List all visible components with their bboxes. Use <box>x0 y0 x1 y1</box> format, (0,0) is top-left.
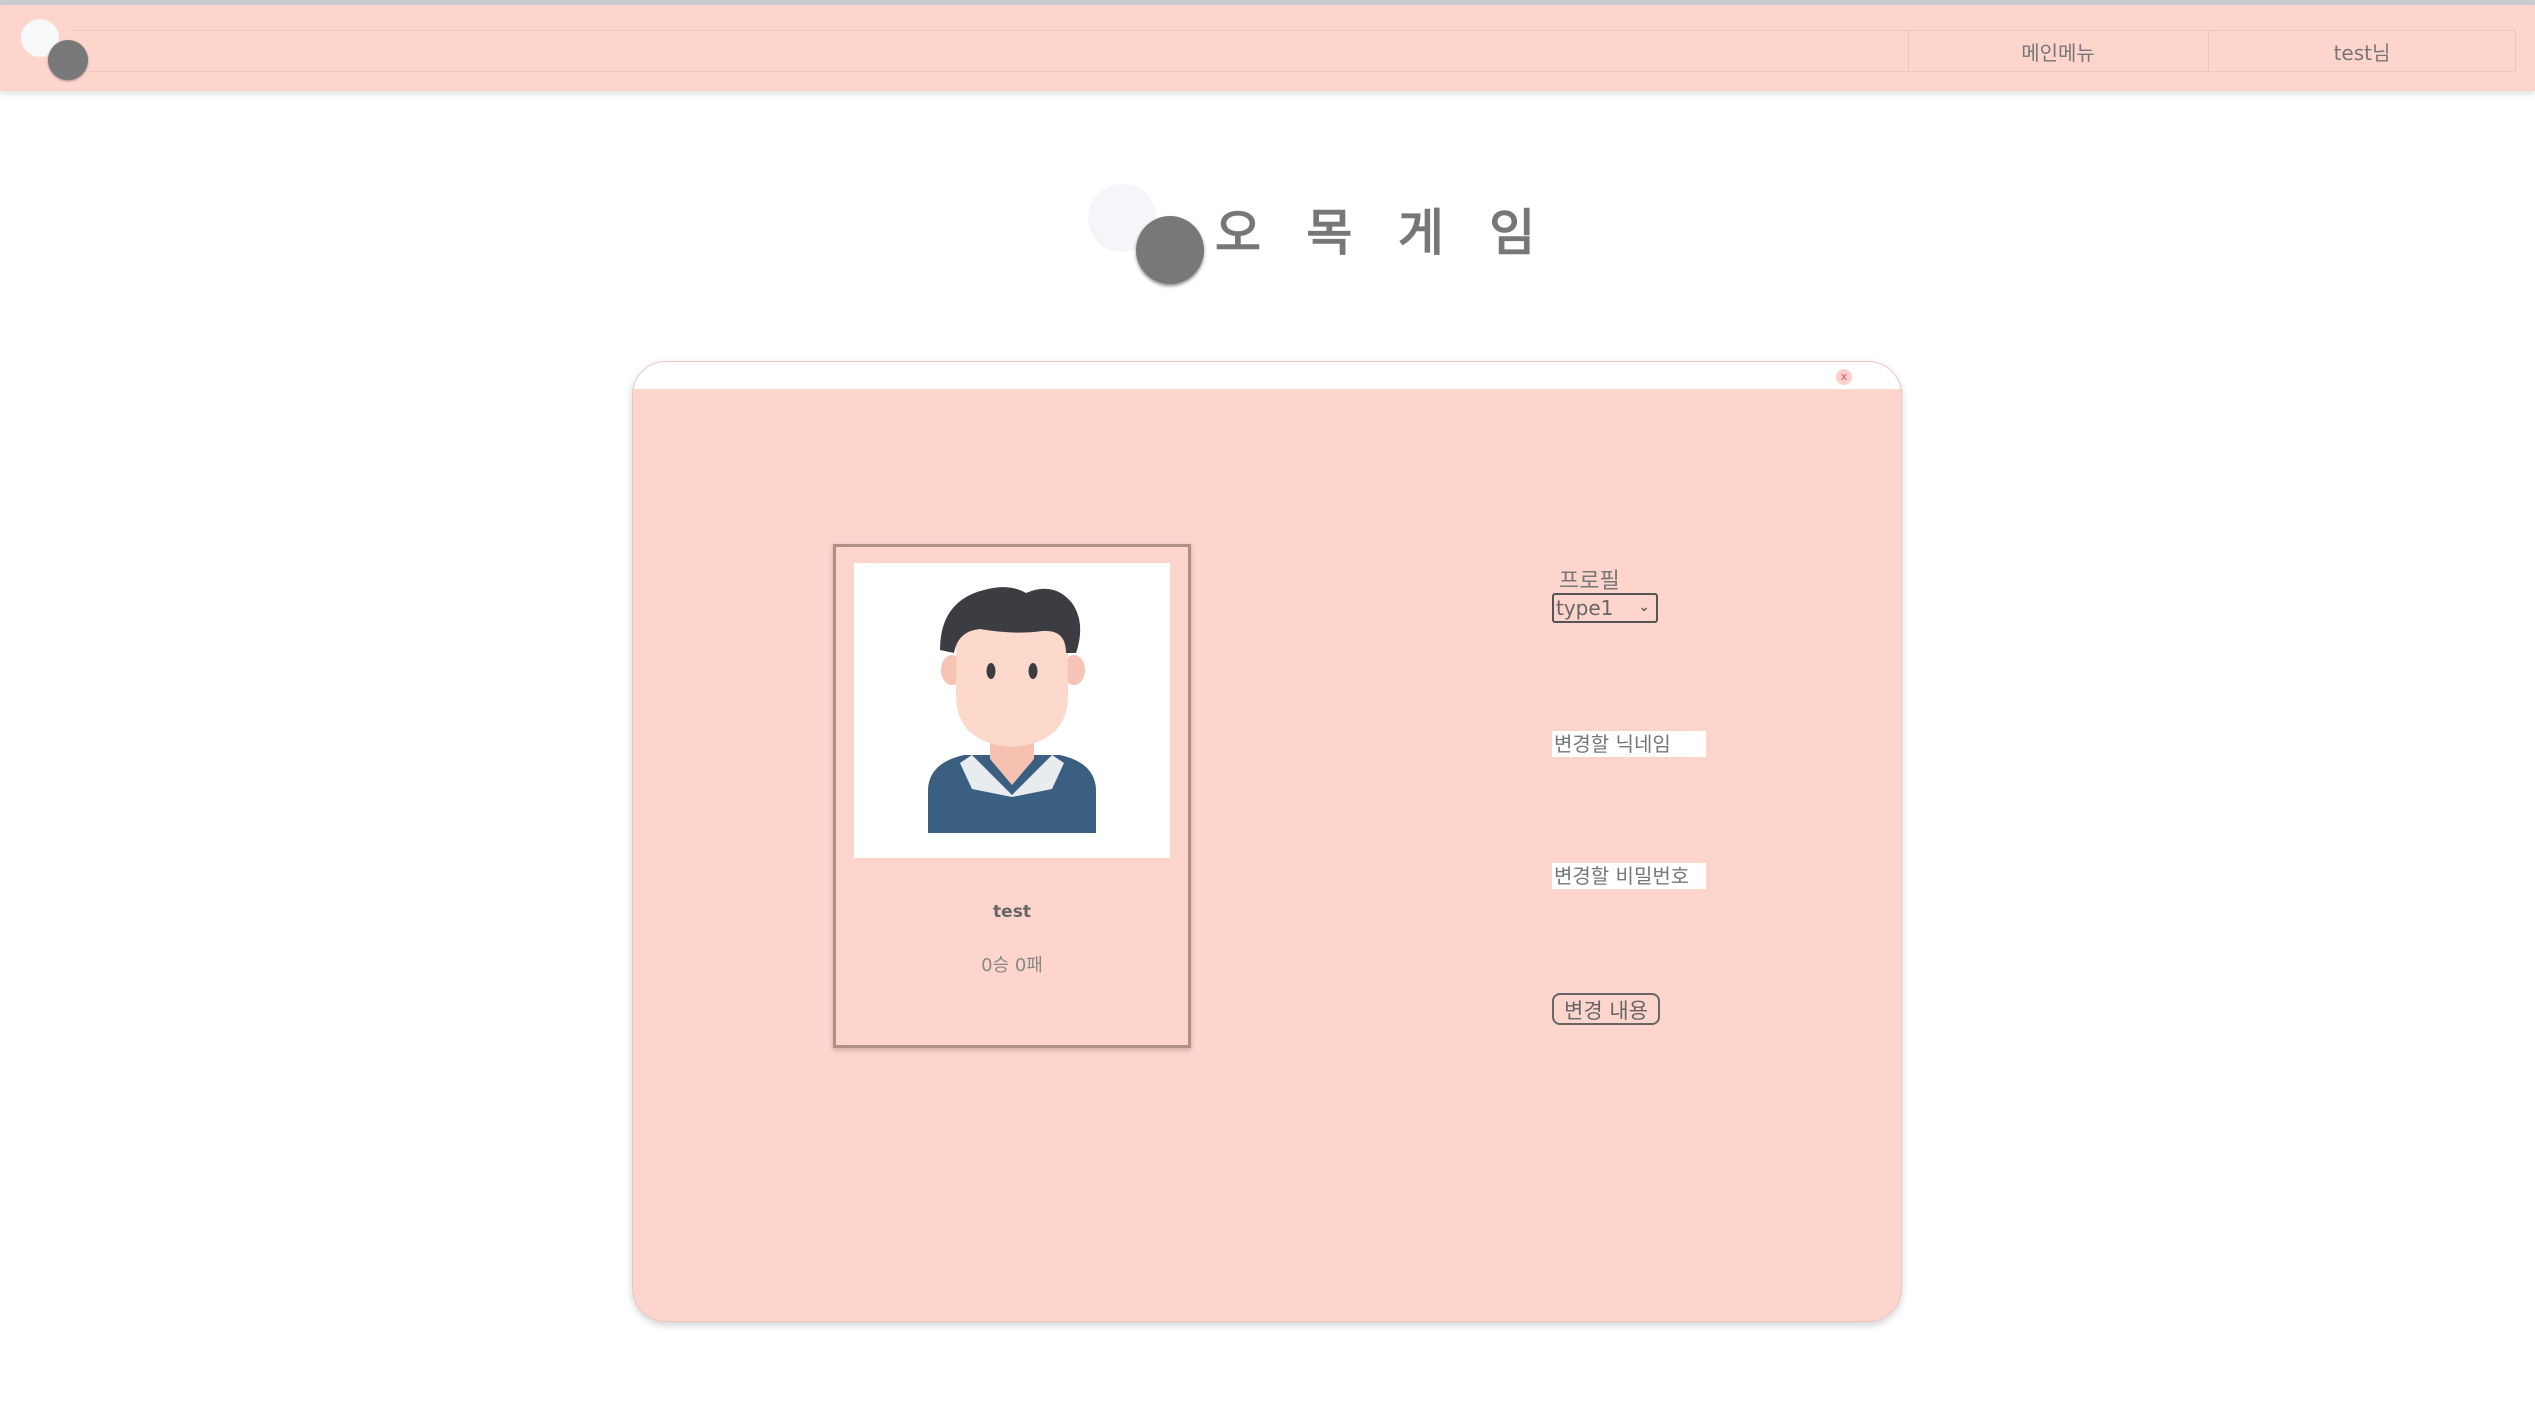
title-black-stone-icon <box>1136 216 1204 284</box>
omok-stones-logo-icon[interactable] <box>18 16 94 86</box>
title-stones-logo-icon <box>1090 182 1210 292</box>
submit-changes-button[interactable]: 변경 내용 <box>1552 993 1660 1025</box>
profile-card: test 0승 0패 <box>833 544 1191 1048</box>
profile-name: test <box>993 902 1031 922</box>
male-avatar-icon <box>928 587 1096 833</box>
profile-modal: x test 0승 0패 프로필 type1 ⌄ 변경할 닉네임 변경 내용 <box>632 361 1902 1322</box>
modal-close-button[interactable]: x <box>1836 369 1852 385</box>
profile-type-value: type1 <box>1556 596 1614 620</box>
chevron-down-icon: ⌄ <box>1638 599 1650 615</box>
top-navbar: 메인메뉴 test님 <box>0 5 2535 91</box>
nav-main-menu-link[interactable]: 메인메뉴 <box>1908 30 2207 72</box>
black-stone-icon <box>48 40 88 80</box>
profile-type-label: 프로필 <box>1559 569 1620 594</box>
modal-header <box>632 361 1902 390</box>
modal-border <box>632 361 1902 1322</box>
password-input[interactable] <box>1552 863 1706 889</box>
page-title: 오 목 게 임 <box>1215 204 1550 262</box>
avatar <box>854 563 1170 858</box>
nav-user-link[interactable]: test님 <box>2208 30 2516 72</box>
nickname-input[interactable] <box>1552 731 1706 757</box>
profile-type-select[interactable]: type1 ⌄ <box>1552 593 1658 623</box>
profile-record: 0승 0패 <box>981 955 1043 976</box>
